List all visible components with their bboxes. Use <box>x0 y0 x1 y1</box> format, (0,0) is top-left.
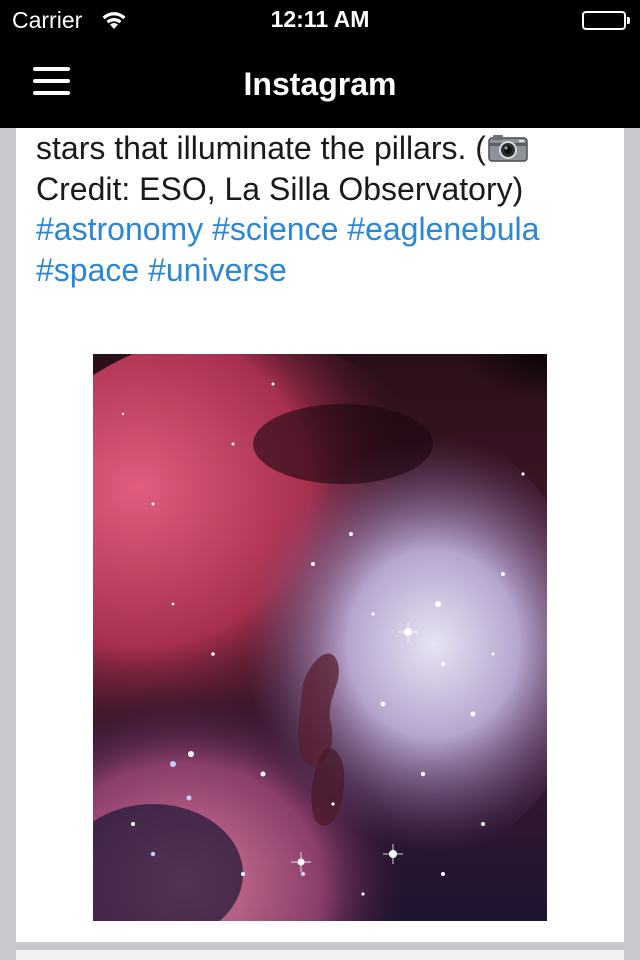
hashtag-space[interactable]: #space <box>36 252 139 288</box>
hashtag-line: #space #universe <box>36 250 616 291</box>
top-bar: Carrier 12:11 AM Instagram <box>0 0 640 128</box>
nav-bar: Instagram <box>0 40 640 128</box>
caption-line: stars that illuminate the pillars. ( <box>36 128 616 169</box>
caption-line: Credit: ESO, La Silla Observatory) <box>36 169 616 210</box>
camera-emoji-icon <box>488 131 528 162</box>
next-post-card <box>16 950 624 960</box>
post-image[interactable] <box>93 354 547 921</box>
status-bar: Carrier 12:11 AM <box>0 0 640 40</box>
battery-icon <box>582 11 630 30</box>
status-time: 12:11 AM <box>270 6 370 32</box>
hashtag-line: #astronomy #science #eaglenebula <box>36 209 616 250</box>
caption-text-2: Credit: ESO, La Silla Observatory) <box>36 170 524 207</box>
hashtag-astronomy[interactable]: #astronomy <box>36 211 203 247</box>
hashtag-eaglenebula[interactable]: #eaglenebula <box>347 211 539 247</box>
page-title: Instagram <box>243 66 397 102</box>
hashtag-universe[interactable]: #universe <box>148 252 287 288</box>
screen: stars that illuminate the pillars. ( Cre… <box>0 0 640 960</box>
caption-text-1: stars that illuminate the pillars. ( <box>36 130 486 166</box>
post-caption: stars that illuminate the pillars. ( Cre… <box>36 128 616 290</box>
hashtag-science[interactable]: #science <box>212 211 338 247</box>
post-card: stars that illuminate the pillars. ( Cre… <box>16 0 624 960</box>
